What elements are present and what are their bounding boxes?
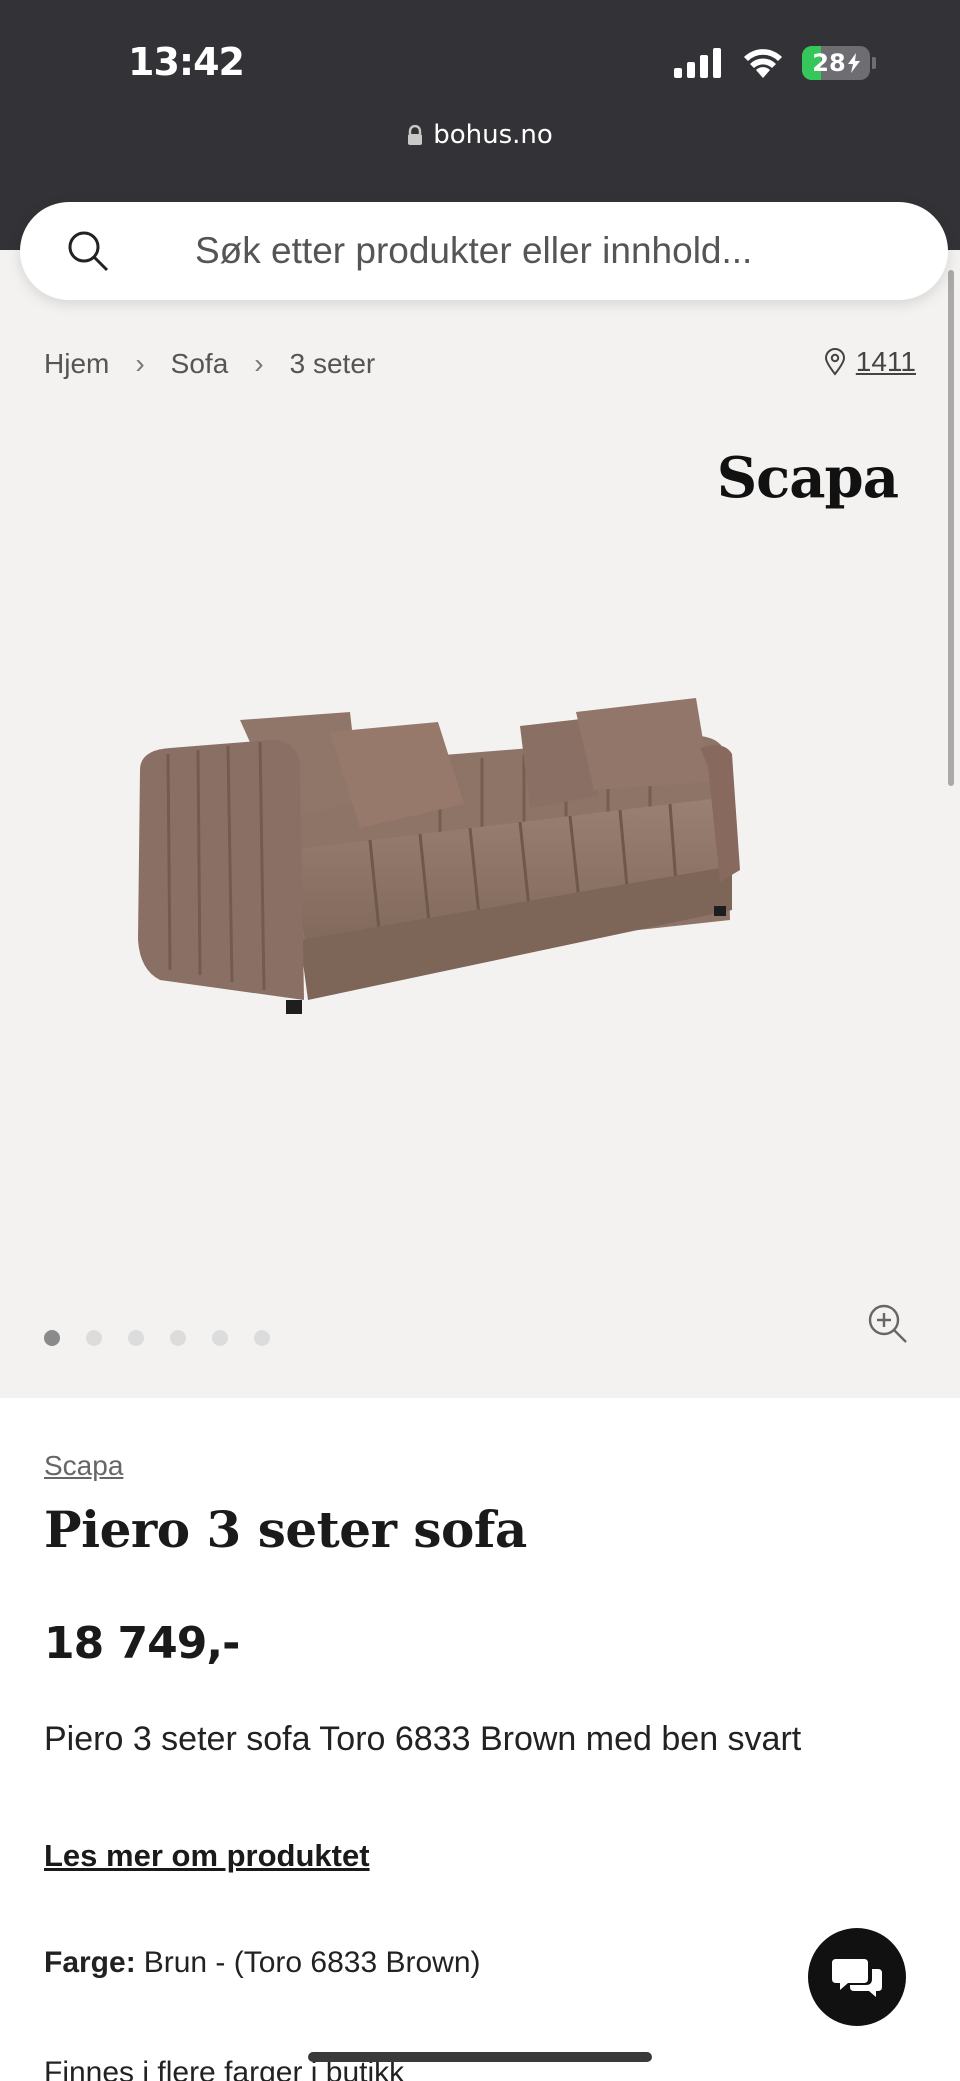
store-number: 1411 [855,346,916,377]
gallery-dot[interactable] [170,1330,186,1346]
chat-icon [832,1959,882,1997]
page-scrollbar[interactable] [948,270,954,786]
breadcrumb-3-seter[interactable]: 3 seter [290,348,376,380]
gallery-dot[interactable] [44,1330,60,1346]
zoom-in-icon[interactable] [866,1302,910,1346]
color-value: Brun - (Toro 6833 Brown) [143,1946,481,1979]
store-selector[interactable]: 1411 [824,346,916,378]
search-input[interactable] [20,202,948,300]
signal-icon [674,48,721,78]
wifi-icon [744,49,782,78]
breadcrumb: Hjem › Sofa › 3 seter [44,348,375,380]
brand-logo: Scapa [716,445,899,511]
location-pin-icon [824,348,845,376]
home-indicator [308,2052,652,2062]
charging-icon [847,53,860,73]
product-color: Farge: Brun - (Toro 6833 Brown) [44,1946,481,1980]
gallery-dot[interactable] [86,1330,102,1346]
gallery-dot[interactable] [128,1330,144,1346]
gallery-dot[interactable] [212,1330,228,1346]
product-description: Piero 3 seter sofa Toro 6833 Brown med b… [44,1720,802,1758]
breadcrumb-sofa[interactable]: Sofa [171,348,229,380]
read-more-link[interactable]: Les mer om produktet [44,1838,370,1874]
breadcrumb-home[interactable]: Hjem [44,348,109,380]
url-text: bohus.no [433,120,553,150]
search-bar[interactable] [20,202,948,300]
chevron-right-icon: › [135,348,145,379]
gallery-dot[interactable] [254,1330,270,1346]
product-image[interactable] [120,670,840,1060]
url-bar[interactable]: bohus.no [0,120,960,150]
battery-indicator: 28 [802,46,870,80]
status-time: 13:42 [128,40,245,84]
chevron-right-icon: › [254,348,264,379]
battery-level: 28 [812,49,846,77]
brand-link[interactable]: Scapa [44,1450,123,1482]
search-icon[interactable] [66,229,110,273]
status-icons: 28 [674,46,876,80]
gallery-pagination [44,1330,270,1346]
product-title: Piero 3 seter sofa [44,1500,527,1559]
chat-button[interactable] [808,1928,906,2026]
product-price: 18 749,- [44,1618,240,1669]
lock-icon [408,125,423,145]
product-gallery[interactable]: Hjem › Sofa › 3 seter 1411 Scapa [0,250,960,1398]
color-label: Farge: [44,1946,136,1979]
